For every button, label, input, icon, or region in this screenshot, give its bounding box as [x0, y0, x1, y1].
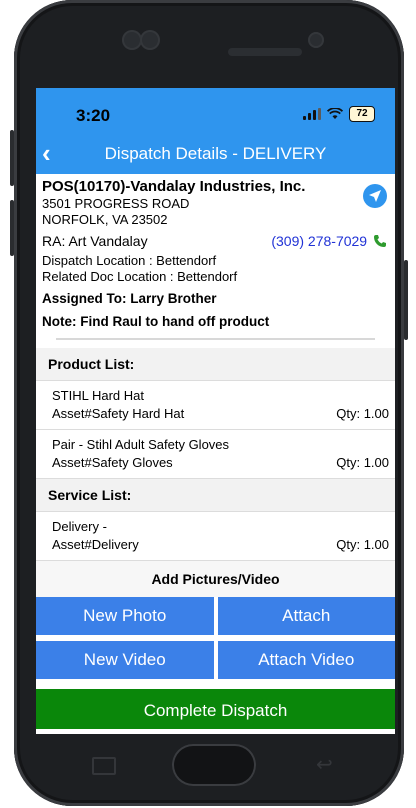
service-name: Delivery -: [52, 519, 107, 534]
service-list-header: Service List:: [36, 479, 395, 512]
attach-button[interactable]: Attach: [217, 597, 395, 635]
service-asset: Asset#Delivery: [52, 537, 139, 552]
cellular-signal-icon: [303, 108, 321, 120]
app-screen: 3:20 72 ‹ Dispatch Details - DELIVERY PO…: [36, 88, 395, 734]
contact-block: RA: Art Vandalay (309) 278-7029 Dispatch…: [36, 233, 395, 285]
product-name: Pair - Stihl Adult Safety Gloves: [52, 437, 230, 452]
product-item[interactable]: STIHL Hard Hat Asset#Safety Hard Hat Qty…: [36, 381, 395, 430]
service-item[interactable]: Delivery - Asset#Delivery Qty: 1.00: [36, 512, 395, 561]
customer-block: POS(10170)-Vandalay Industries, Inc. 350…: [36, 174, 395, 228]
address-line-1: 3501 PROGRESS ROAD: [42, 196, 190, 211]
home-button[interactable]: [172, 744, 256, 786]
power-button: [404, 260, 408, 340]
product-item[interactable]: Pair - Stihl Adult Safety Gloves Asset#S…: [36, 430, 395, 479]
company-name: POS(10170)-Vandalay Industries, Inc.: [42, 178, 306, 195]
video-button-row: New Video Attach Video: [36, 641, 395, 679]
back-icon[interactable]: ↩: [316, 752, 340, 776]
earpiece-speaker: [228, 48, 302, 56]
dispatch-content: POS(10170)-Vandalay Industries, Inc. 350…: [36, 174, 395, 729]
navigation-arrow-icon[interactable]: [363, 184, 387, 208]
dispatch-note: Note: Find Raul to hand off product: [42, 314, 270, 329]
page-title: Dispatch Details - DELIVERY: [104, 144, 327, 163]
nav-bar: ‹ Dispatch Details - DELIVERY: [36, 136, 395, 174]
product-qty: Qty: 1.00: [336, 406, 389, 421]
front-sensor-2: [140, 30, 160, 50]
volume-down-button: [10, 200, 14, 256]
front-sensor: [122, 30, 142, 50]
add-pictures-heading: Add Pictures/Video: [36, 561, 395, 597]
phone-number[interactable]: (309) 278-7029: [271, 233, 367, 249]
service-qty: Qty: 1.00: [336, 537, 389, 552]
attach-video-button[interactable]: Attach Video: [217, 641, 395, 679]
recent-apps-icon[interactable]: [92, 757, 116, 775]
battery-icon: 72: [349, 106, 375, 122]
status-bar: 3:20 72: [36, 88, 395, 136]
product-name: STIHL Hard Hat: [52, 388, 144, 403]
new-photo-button[interactable]: New Photo: [36, 597, 214, 635]
divider: [56, 338, 375, 340]
assignment-block: Assigned To: Larry Brother Note: Find Ra…: [36, 291, 395, 330]
product-asset: Asset#Safety Hard Hat: [52, 406, 185, 421]
volume-up-button: [10, 130, 14, 186]
phone-number-link[interactable]: (309) 278-7029: [271, 233, 387, 249]
photo-button-row: New Photo Attach: [36, 597, 395, 635]
top-bezel: [36, 12, 394, 88]
product-qty: Qty: 1.00: [336, 455, 389, 470]
assigned-to: Assigned To: Larry Brother: [42, 291, 217, 306]
product-list-header: Product List:: [36, 348, 395, 381]
address-line-2: NORFOLK, VA 23502: [42, 212, 168, 227]
dispatch-location: Dispatch Location : Bettendorf: [42, 253, 217, 268]
complete-dispatch-button[interactable]: Complete Dispatch: [36, 689, 395, 729]
related-doc-location: Related Doc Location : Bettendorf: [42, 269, 238, 284]
product-asset: Asset#Safety Gloves: [52, 455, 173, 470]
new-video-button[interactable]: New Video: [36, 641, 214, 679]
front-camera: [308, 32, 324, 48]
status-icons: 72: [303, 106, 375, 122]
wifi-icon: [327, 108, 343, 119]
phone-call-icon[interactable]: [373, 234, 387, 248]
status-time: 3:20: [76, 106, 111, 125]
